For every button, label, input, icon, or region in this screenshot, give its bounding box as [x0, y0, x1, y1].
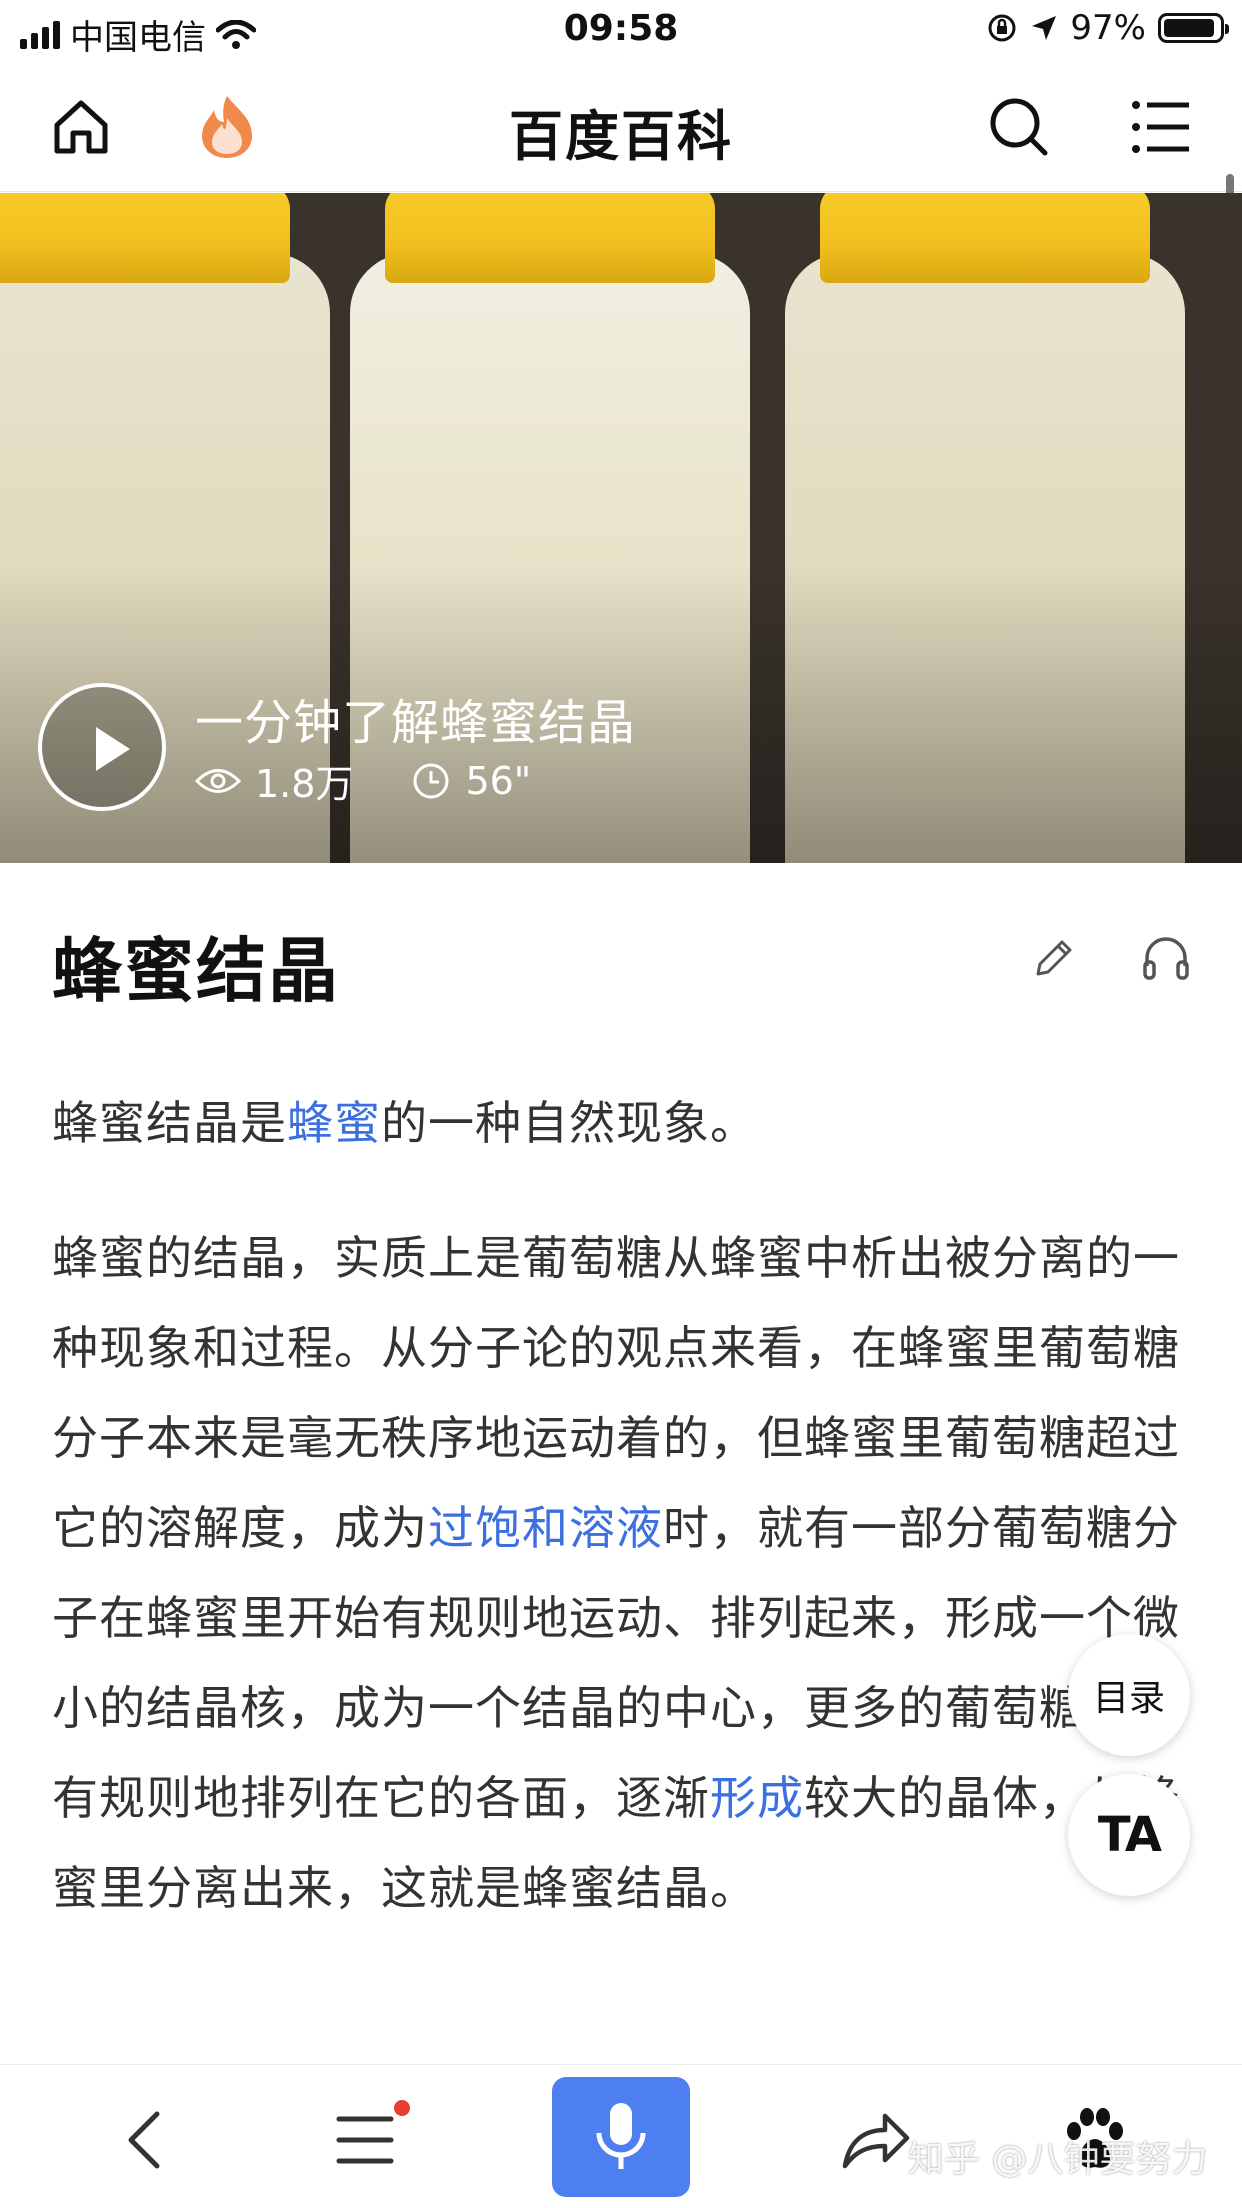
honey-link[interactable]: 蜂蜜 [287, 1096, 381, 1150]
battery-icon [1158, 13, 1229, 43]
back-icon[interactable] [100, 2095, 190, 2185]
top-navbar: 百度百科 [0, 62, 1242, 254]
rotation-lock-icon [988, 14, 1016, 42]
supersaturated-solution-link[interactable]: 过饱和溶液 [428, 1501, 663, 1555]
status-right: 97% [986, 8, 1229, 48]
ta-button[interactable]: TA [1068, 1774, 1190, 1896]
table-of-contents-button[interactable]: 目录 [1068, 1634, 1190, 1756]
body-paragraph: 蜂蜜的结晶，实质上是葡萄糖从蜂蜜中析出被分离的一种现象和过程。从分子论的观点来看… [52, 1231, 1180, 1915]
intro-paragraph: 蜂蜜结晶是蜂蜜的一种自然现象。 [52, 1096, 757, 1150]
article-title: 蜂蜜结晶 [52, 930, 340, 1012]
notification-dot [394, 2100, 410, 2116]
share-icon[interactable] [830, 2095, 920, 2185]
status-bar: 中国电信 09:58 97% [0, 0, 1242, 62]
location-arrow-icon [1032, 16, 1057, 40]
video-player[interactable]: 一分钟了解蜂蜜结晶 1.8万 56" [0, 193, 1242, 863]
clock-icon [413, 763, 449, 798]
video-meta: 1.8万 56" [195, 753, 531, 808]
play-button[interactable] [38, 683, 166, 811]
headphones-icon[interactable] [1136, 928, 1196, 988]
eye-icon [195, 768, 241, 793]
page-title: 百度百科 [509, 105, 733, 168]
search-icon[interactable] [984, 92, 1054, 162]
video-views: 1.8万 [255, 762, 354, 806]
battery-percent: 97% [1070, 8, 1146, 48]
edit-icon[interactable] [1024, 928, 1084, 988]
voice-search-button[interactable] [552, 2077, 690, 2197]
formation-link[interactable]: 形成 [710, 1771, 804, 1825]
watermark: 知乎 @八钟要努力 [908, 2139, 1208, 2180]
video-title: 一分钟了解蜂蜜结晶 [195, 695, 637, 751]
video-duration: 56" [465, 758, 532, 803]
menu-icon[interactable] [1126, 92, 1196, 162]
microphone-icon [596, 2103, 646, 2169]
